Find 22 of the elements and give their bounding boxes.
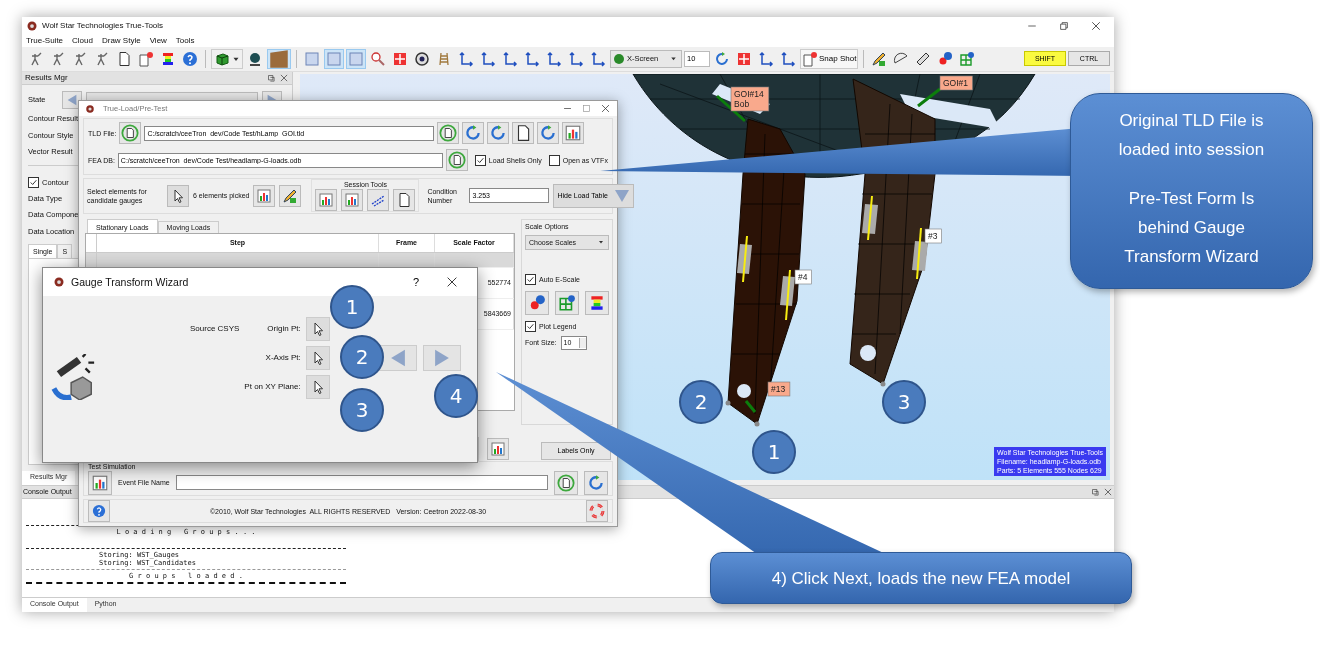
gauge-label: #4: [794, 269, 812, 285]
dialog-title: Gauge Transform Wizard: [71, 276, 189, 288]
gauge-label: GOI#14 Bob: [730, 86, 770, 111]
menu-item[interactable]: Cloud: [72, 36, 93, 46]
gauge-label: #3: [924, 228, 942, 243]
window-title: Wolf Star Technologies True-Tools: [42, 21, 164, 31]
field-label: Pt on XY Plane:: [244, 381, 301, 393]
menu-item[interactable]: Draw Style: [101, 36, 141, 46]
snapshot-button[interactable]: Snap Shot: [800, 48, 859, 69]
menu-item[interactable]: True-Suite: [26, 36, 64, 46]
gauge-label: GOI#1: [939, 75, 973, 90]
callout-text: Original TLD File is loaded into session: [1117, 110, 1266, 161]
panel-title: Results Mgr: [25, 73, 68, 83]
menu-item[interactable]: Tools: [175, 36, 195, 46]
field-label: X-Axis Pt:: [264, 352, 301, 364]
callout-text: Pre-Test Form Is behind Gauge Transform Wizard: [1123, 188, 1260, 268]
help-button[interactable]: ?: [401, 275, 431, 289]
gauge-label: #13: [767, 381, 791, 397]
menu-item[interactable]: View: [149, 36, 167, 46]
field-label: Origin Pt:: [266, 323, 301, 335]
callout-text: 4) Click Next, loads the new FEA model: [771, 567, 1071, 590]
group-label: Source CSYS: [190, 323, 240, 335]
